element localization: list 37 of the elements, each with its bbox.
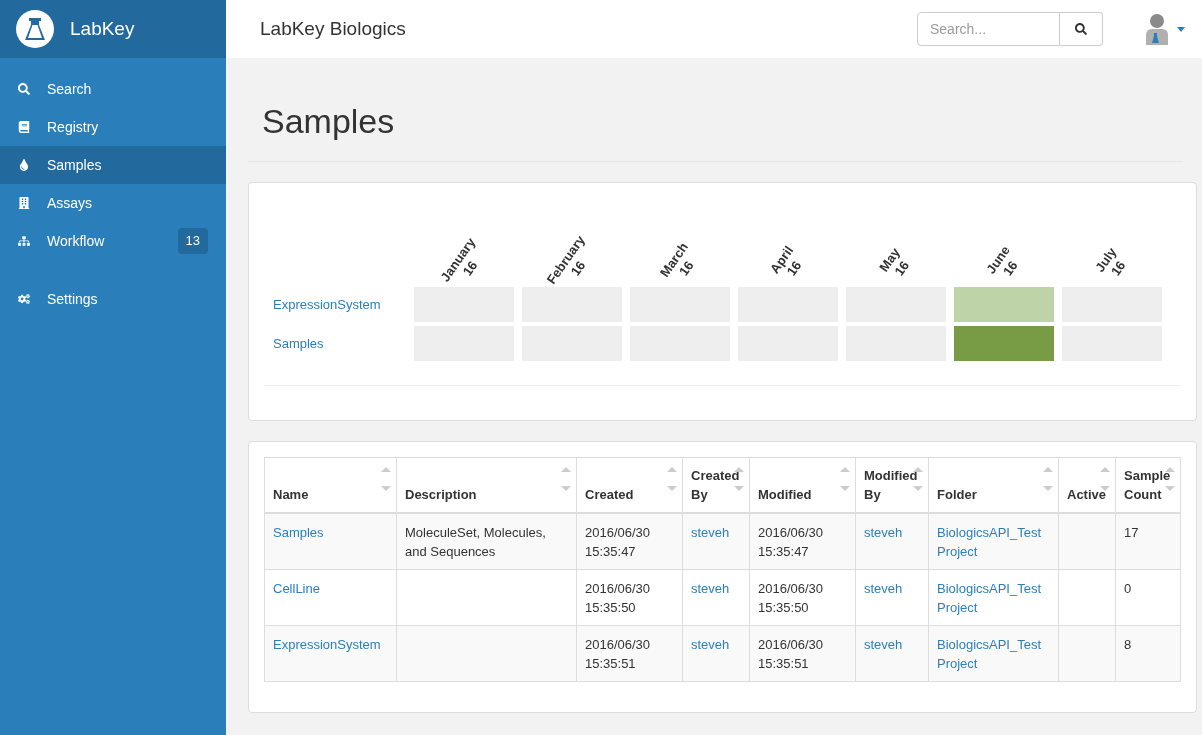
hierarchy-icon (18, 235, 30, 247)
search-field[interactable]: Search... (917, 12, 1060, 46)
page-title: Samples (248, 96, 1183, 162)
caret-icon (1177, 26, 1185, 32)
heatmap-cell[interactable] (954, 326, 1054, 361)
building-icon (18, 197, 30, 209)
flask-logo-icon (16, 10, 54, 48)
user-avatar-icon (1145, 13, 1169, 45)
heatmap-cell[interactable] (954, 287, 1054, 322)
drop-icon (18, 159, 30, 171)
app-title: LabKey Biologics (260, 16, 407, 41)
sidebar-item[interactable]: Assays (0, 184, 226, 222)
book-icon (18, 121, 30, 133)
count-badge: 13 (177, 228, 208, 254)
sidebar-item[interactable]: Search (0, 70, 226, 108)
table-cell-text: 2016/06/30 15:35:47 (585, 524, 652, 561)
table-cell-text: 2016/06/30 15:35:50 (585, 580, 652, 617)
table-cell-text: 2016/06/30 15:35:50 (758, 580, 825, 617)
search-button[interactable] (1060, 12, 1103, 46)
table-cell-text: 2016/06/30 15:35:47 (758, 524, 825, 561)
settings-icon (18, 293, 30, 305)
table-cell-text: 0 (1124, 580, 1133, 598)
user-menu-button[interactable] (1145, 13, 1185, 45)
row-label-link[interactable]: ExpressionSystem (264, 294, 414, 315)
table-cell-text: 17 (1124, 524, 1140, 542)
sidebar-item[interactable]: Registry (0, 108, 226, 146)
brand-name: LabKey (70, 16, 135, 41)
search-icon (18, 83, 30, 95)
sidebar-item[interactable]: Samples (0, 146, 226, 184)
table-cell-text: 2016/06/30 15:35:51 (758, 636, 825, 673)
table-cell-text: 2016/06/30 15:35:51 (585, 636, 652, 673)
row-label-link[interactable]: Samples (264, 333, 414, 354)
search-icon (1075, 23, 1087, 35)
table-cell-text: 8 (1124, 636, 1133, 654)
sidebar-item[interactable]: Settings (0, 280, 226, 318)
table-cell-text: MoleculeSet, Molecules, and Sequences (405, 524, 547, 561)
sidebar-item[interactable]: Workflow 13 (0, 222, 226, 260)
